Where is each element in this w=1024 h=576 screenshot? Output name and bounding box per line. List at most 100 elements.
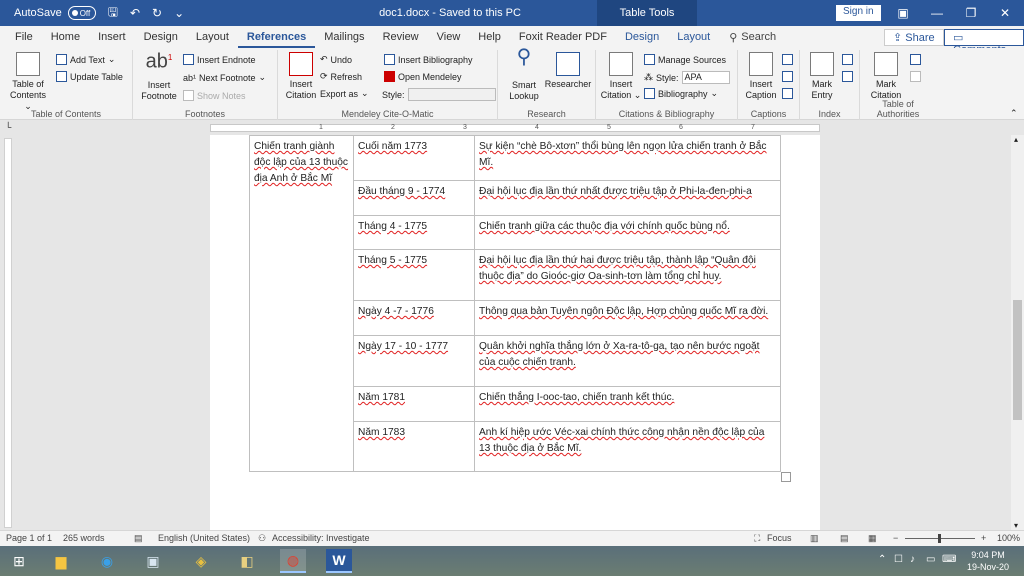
manage-sources-button[interactable]: Manage Sources bbox=[644, 54, 726, 65]
update-table-of-figures-icon[interactable] bbox=[782, 71, 793, 82]
bibliography-button[interactable]: Bibliography ⌄ bbox=[644, 88, 718, 99]
tab-help[interactable]: Help bbox=[469, 26, 510, 48]
table-cell-event[interactable]: Sự kiện “chè Bô-xtơn” thổi bùng lên ngọn… bbox=[474, 135, 781, 181]
word-icon[interactable]: W bbox=[326, 549, 352, 573]
next-footnote-button[interactable]: ab¹ Next Footnote ⌄ bbox=[183, 72, 266, 83]
folder-icon[interactable]: ◧ bbox=[234, 549, 260, 573]
tab-table-design[interactable]: Design bbox=[616, 26, 668, 48]
redo-icon[interactable]: ↻ bbox=[152, 6, 162, 20]
comments-button[interactable]: ▭ Comments bbox=[944, 29, 1024, 56]
ribbon-display-options-icon[interactable]: ▣ bbox=[886, 0, 920, 26]
web-layout-icon[interactable]: ▦ bbox=[868, 533, 877, 544]
tab-view[interactable]: View bbox=[428, 26, 470, 48]
insert-caption-button[interactable]: Insert Caption bbox=[742, 52, 780, 101]
volume-icon[interactable]: ♪ bbox=[910, 554, 915, 565]
insert-index-icon[interactable] bbox=[842, 54, 853, 65]
history-table[interactable]: Chiến tranh giành độc lập của 13 thuộc đ… bbox=[249, 135, 781, 472]
table-cell-event[interactable]: Anh kí hiệp ước Véc-xai chính thức công … bbox=[474, 421, 781, 472]
proofing-icon[interactable]: ▤ bbox=[134, 533, 143, 544]
tab-design[interactable]: Design bbox=[135, 26, 187, 48]
tab-review[interactable]: Review bbox=[374, 26, 428, 48]
focus-mode-button[interactable]: Focus bbox=[767, 533, 792, 543]
page-count[interactable]: Page 1 of 1 bbox=[6, 533, 52, 543]
customize-quick-access-icon[interactable]: ⌄ bbox=[174, 6, 184, 20]
language-bar-icon[interactable]: ⌨ bbox=[942, 554, 956, 565]
table-cell-date[interactable]: Tháng 5 - 1775 bbox=[353, 249, 475, 301]
show-hidden-icons-icon[interactable]: ⌃ bbox=[878, 554, 886, 565]
collapse-ribbon-icon[interactable]: ⌃ bbox=[1010, 108, 1018, 119]
researcher-button[interactable]: Researcher bbox=[542, 52, 594, 90]
citation-style-select[interactable]: ⁂ Style: APA bbox=[644, 71, 730, 84]
insert-footnote-button[interactable]: ab1 Insert Footnote bbox=[137, 52, 181, 102]
tab-home[interactable]: Home bbox=[42, 26, 89, 48]
scroll-down-icon[interactable]: ▾ bbox=[1014, 521, 1018, 530]
table-of-contents-button[interactable]: Table of Contents ⌄ bbox=[6, 52, 50, 112]
add-text-button[interactable]: Add Text ⌄ bbox=[56, 54, 115, 65]
scrollbar-thumb[interactable] bbox=[1013, 300, 1022, 420]
update-table-button[interactable]: Update Table bbox=[56, 71, 123, 82]
zoom-in-icon[interactable]: + bbox=[981, 533, 986, 543]
scroll-up-icon[interactable]: ▴ bbox=[1014, 135, 1018, 144]
update-table-of-authorities-icon[interactable] bbox=[910, 71, 921, 82]
tab-table-layout[interactable]: Layout bbox=[668, 26, 719, 48]
paint-icon[interactable]: ◈ bbox=[188, 549, 214, 573]
insert-table-of-authorities-icon[interactable] bbox=[910, 54, 921, 65]
close-icon[interactable]: ✕ bbox=[988, 0, 1022, 26]
tab-file[interactable]: File bbox=[6, 26, 42, 48]
update-index-icon[interactable] bbox=[842, 71, 853, 82]
export-as-button[interactable]: Export as ⌄ bbox=[320, 88, 369, 99]
computer-icon[interactable]: ▣ bbox=[140, 549, 166, 573]
smart-lookup-button[interactable]: ⚲ Smart Lookup bbox=[504, 47, 544, 102]
table-cell-date[interactable]: Cuối năm 1773 bbox=[353, 135, 475, 181]
table-cell-event[interactable]: Quân khởi nghĩa thắng lớn ở Xa-ra-tô-ga,… bbox=[474, 335, 781, 387]
mark-entry-button[interactable]: Mark Entry bbox=[804, 52, 840, 101]
table-cell-event[interactable]: Chiến thắng I-ooc-tao, chiến tranh kết t… bbox=[474, 386, 781, 422]
insert-citation-button[interactable]: Insert Citation ⌄ bbox=[600, 52, 642, 101]
tab-layout[interactable]: Layout bbox=[187, 26, 238, 48]
table-cell-event[interactable]: Thông qua bản Tuyên ngôn Độc lập, Hợp ch… bbox=[474, 300, 781, 336]
table-cell-date[interactable]: Ngày 4 -7 - 1776 bbox=[353, 300, 475, 336]
vertical-scrollbar[interactable]: ▴ ▾ bbox=[1011, 135, 1024, 530]
save-icon[interactable]: 🖫 bbox=[108, 3, 118, 24]
autosave-toggle[interactable]: Off bbox=[67, 6, 96, 20]
table-row[interactable]: Chiến tranh giành độc lập của 13 thuộc đ… bbox=[249, 135, 781, 472]
tab-selector-icon[interactable]: └ bbox=[5, 122, 11, 132]
table-resize-handle[interactable] bbox=[781, 472, 791, 482]
insert-table-of-figures-icon[interactable] bbox=[782, 54, 793, 65]
network-icon[interactable]: ☐ bbox=[894, 554, 903, 565]
document-page[interactable]: Chiến tranh giành độc lập của 13 thuộc đ… bbox=[210, 135, 820, 530]
insert-endnote-button[interactable]: Insert Endnote bbox=[183, 54, 256, 65]
table-cell-date[interactable]: Năm 1781 bbox=[353, 386, 475, 422]
share-button[interactable]: ⇪ Share bbox=[884, 29, 944, 46]
horizontal-ruler[interactable]: └ 1 2 3 4 5 6 7 bbox=[0, 121, 1024, 135]
show-notes-button[interactable]: Show Notes bbox=[183, 90, 246, 101]
zoom-out-icon[interactable]: − bbox=[893, 533, 898, 543]
table-cell-date[interactable]: Năm 1783 bbox=[353, 421, 475, 472]
zoom-level[interactable]: 100% bbox=[997, 533, 1020, 543]
print-layout-icon[interactable]: ▤ bbox=[840, 533, 849, 544]
mendeley-refresh-button[interactable]: ⟳ Refresh bbox=[320, 71, 362, 82]
table-cell-period[interactable]: Chiến tranh giành độc lập của 13 thuộc đ… bbox=[249, 135, 354, 472]
zoom-slider-thumb[interactable] bbox=[938, 534, 941, 543]
read-mode-icon[interactable]: ▥ bbox=[810, 533, 819, 544]
table-cell-event[interactable]: Chiến tranh giữa các thuộc địa với chính… bbox=[474, 215, 781, 250]
vertical-ruler[interactable] bbox=[4, 138, 12, 528]
tab-mailings[interactable]: Mailings bbox=[315, 26, 373, 48]
mendeley-undo-button[interactable]: ↶ Undo bbox=[320, 54, 352, 65]
minimize-icon[interactable]: — bbox=[920, 0, 954, 26]
battery-icon[interactable]: ▭ bbox=[926, 554, 935, 565]
restore-icon[interactable]: ❐ bbox=[954, 0, 988, 26]
insert-bibliography-button[interactable]: Insert Bibliography bbox=[384, 54, 473, 65]
chrome-icon[interactable]: ◍ bbox=[280, 549, 306, 573]
tab-foxit-reader-pdf[interactable]: Foxit Reader PDF bbox=[510, 26, 616, 48]
mendeley-style-select[interactable]: Style: bbox=[382, 88, 496, 101]
open-mendeley-button[interactable]: Open Mendeley bbox=[384, 71, 462, 82]
sign-in-button[interactable]: Sign in bbox=[836, 5, 881, 21]
edge-icon[interactable]: ◉ bbox=[94, 549, 120, 573]
table-cell-date[interactable]: Ngày 17 - 10 - 1777 bbox=[353, 335, 475, 387]
undo-icon[interactable]: ↶ bbox=[130, 6, 140, 20]
language-indicator[interactable]: English (United States) bbox=[158, 533, 250, 543]
file-explorer-icon[interactable]: ▆ bbox=[48, 549, 74, 573]
system-clock[interactable]: 9:04 PM 19-Nov-20 bbox=[958, 549, 1018, 573]
word-count[interactable]: 265 words bbox=[63, 533, 105, 543]
